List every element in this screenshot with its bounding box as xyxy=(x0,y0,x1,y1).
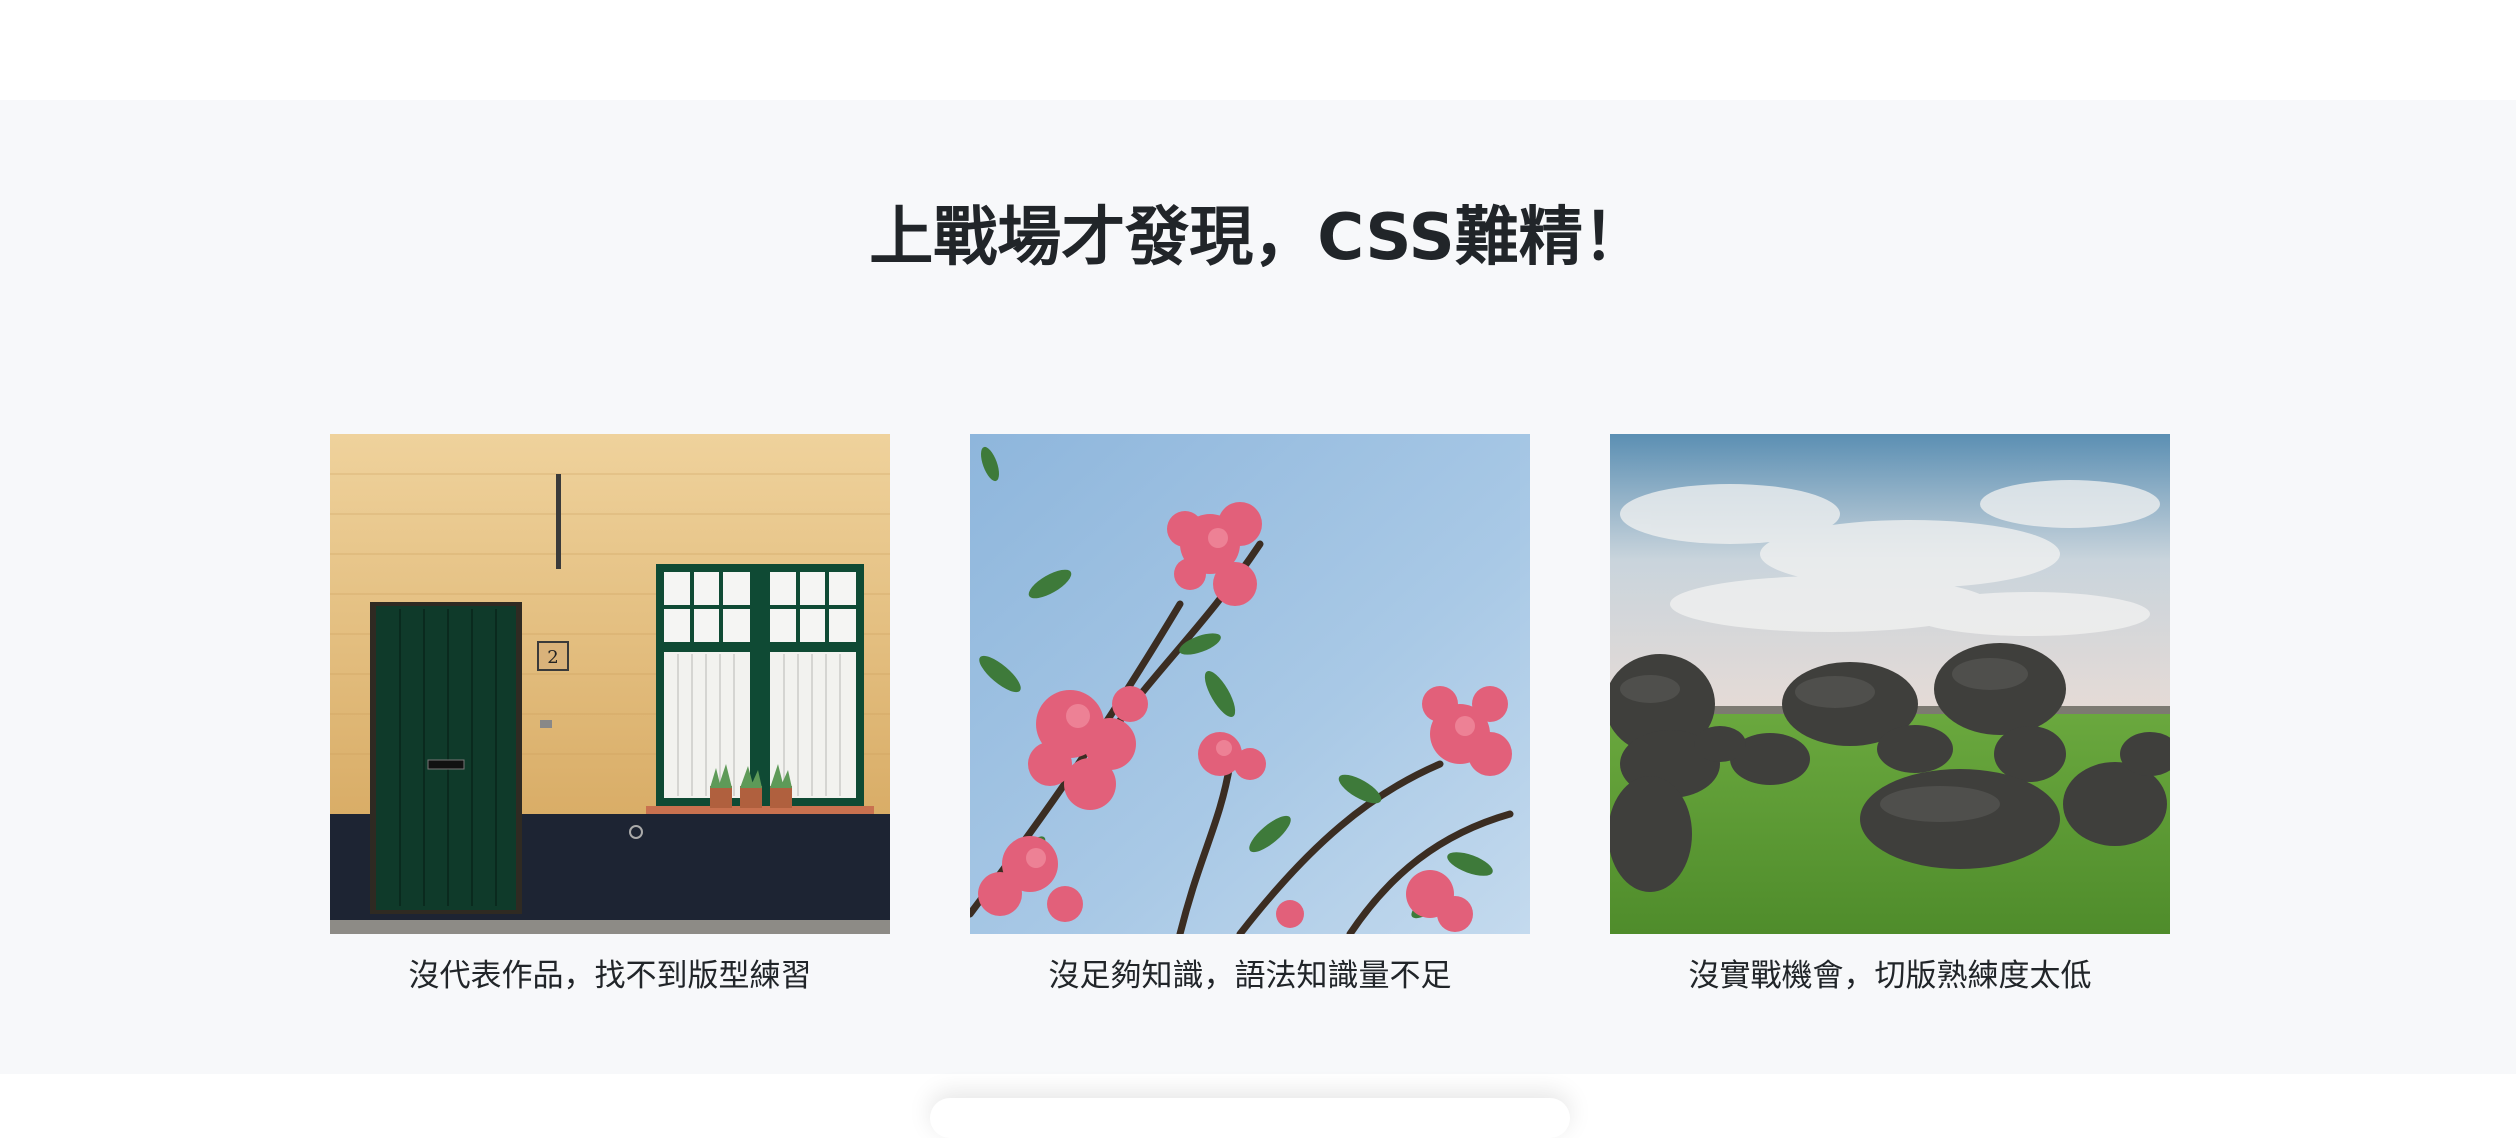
card-no-portfolio: 2 沒代表作品，找不到版型練習 xyxy=(330,434,890,996)
card-image-door-window: 2 xyxy=(330,434,890,934)
card-image-boulders xyxy=(1610,434,2170,934)
card-no-practice: 沒實戰機會，切版熟練度太低 xyxy=(1610,434,2170,996)
card-caption: 沒足夠知識，語法知識量不足 xyxy=(1048,958,1452,994)
next-section-card-edge xyxy=(930,1098,1570,1138)
house-number-text: 2 xyxy=(547,647,558,668)
pain-points-section: 上戰場才發現，CSS難精！ 2 沒代表作品，找不到版型練習 沒足夠知識，語法知識… xyxy=(0,100,2516,1074)
card-caption: 沒實戰機會，切版熟練度太低 xyxy=(1688,958,2092,994)
card-caption: 沒代表作品，找不到版型練習 xyxy=(408,958,812,994)
section-title: 上戰場才發現，CSS難精！ xyxy=(869,201,1647,275)
card-image-flowers xyxy=(970,434,1530,934)
top-band xyxy=(0,0,2516,100)
card-no-knowledge: 沒足夠知識，語法知識量不足 xyxy=(970,434,1530,996)
